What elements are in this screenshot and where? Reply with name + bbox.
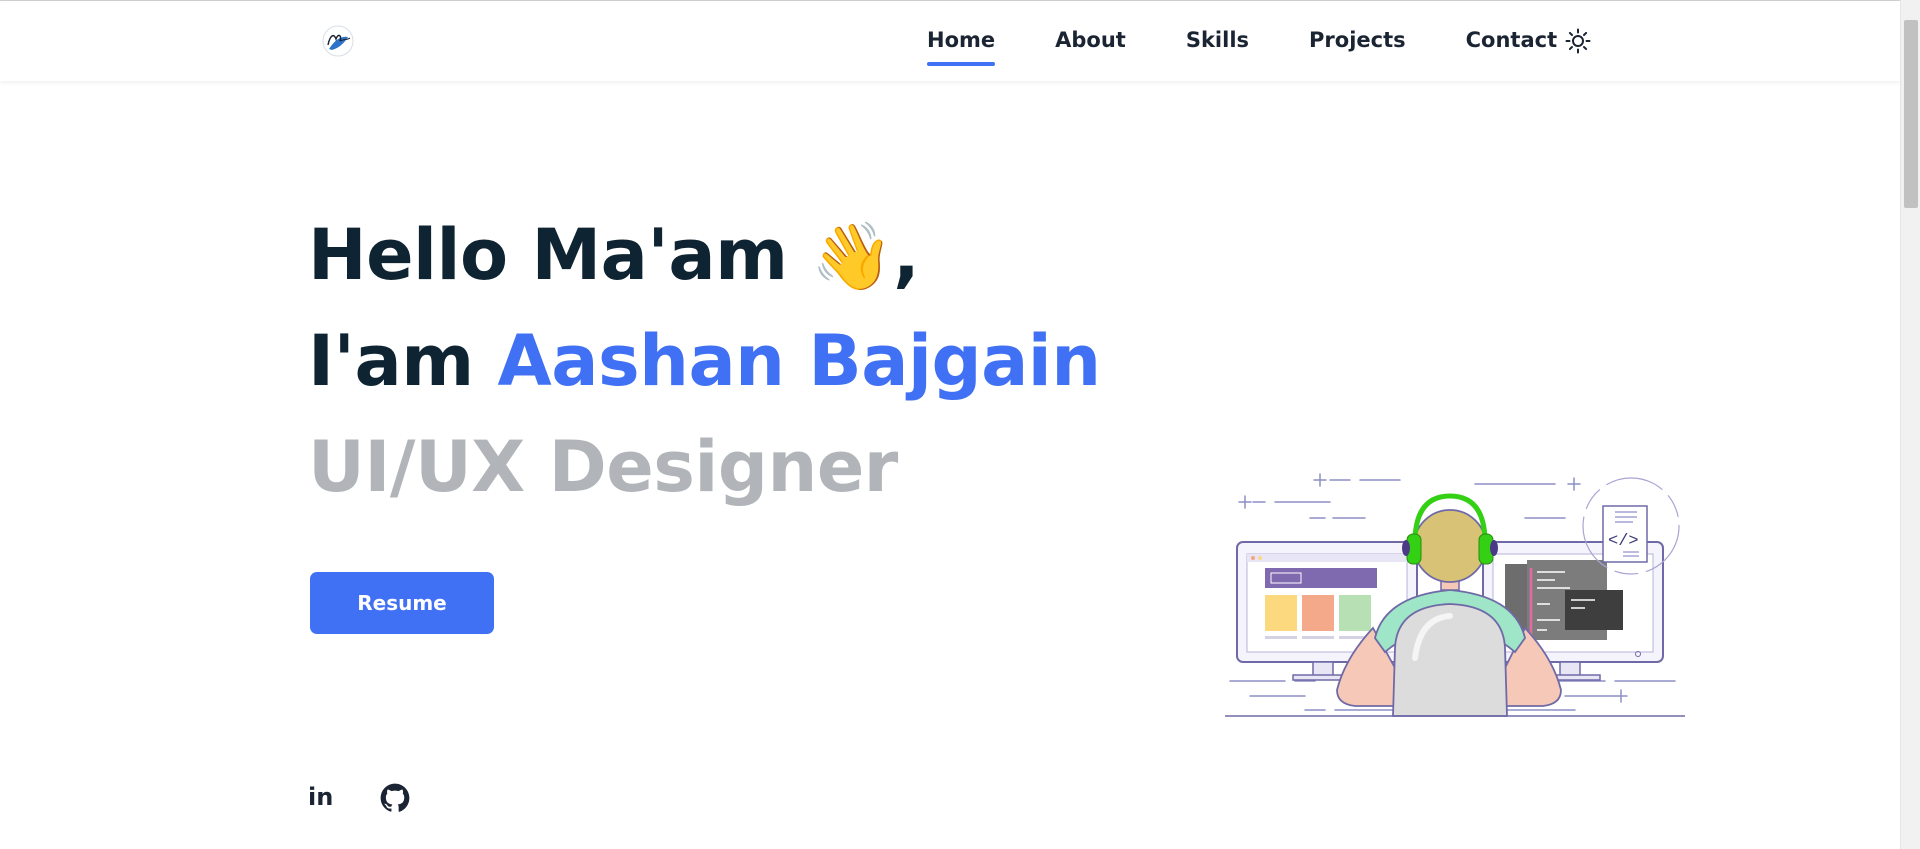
nav-skills[interactable]: Skills (1186, 28, 1249, 66)
waving-hand-icon: 👋 (811, 218, 894, 295)
scrollbar-thumb[interactable] (1904, 20, 1918, 208)
resume-button[interactable]: Resume (310, 572, 494, 634)
portfolio-page: Home About Skills Projects Contact Hello… (0, 0, 1920, 849)
logo-icon[interactable] (320, 23, 356, 59)
greeting-text: Hello Ma'am (308, 214, 788, 296)
developer-illustration: </> (1225, 473, 1685, 717)
code-document-icon: </> (1582, 477, 1680, 575)
hero-intro: I'am Aashan Bajgain (308, 326, 1101, 396)
hero-name: Aashan Bajgain (497, 320, 1102, 402)
navbar: Home About Skills Projects Contact (0, 1, 1900, 81)
code-symbol: </> (1608, 532, 1639, 551)
hero-role: UI/UX Designer (308, 426, 898, 508)
nav-contact[interactable]: Contact (1466, 28, 1558, 66)
page-scrollbar[interactable] (1900, 0, 1920, 849)
github-icon[interactable] (380, 783, 410, 813)
nav-links: Home About Skills Projects Contact (927, 28, 1617, 66)
nav-about[interactable]: About (1055, 28, 1126, 66)
hero-greeting: Hello Ma'am 👋, (308, 220, 920, 290)
linkedin-label: in (308, 783, 334, 811)
iam-text: I'am (308, 320, 474, 402)
greeting-comma: , (893, 214, 920, 296)
nav-home[interactable]: Home (927, 28, 996, 66)
nav-projects[interactable]: Projects (1309, 28, 1406, 66)
linkedin-icon[interactable]: in (308, 783, 338, 813)
sun-icon[interactable] (1565, 28, 1591, 54)
